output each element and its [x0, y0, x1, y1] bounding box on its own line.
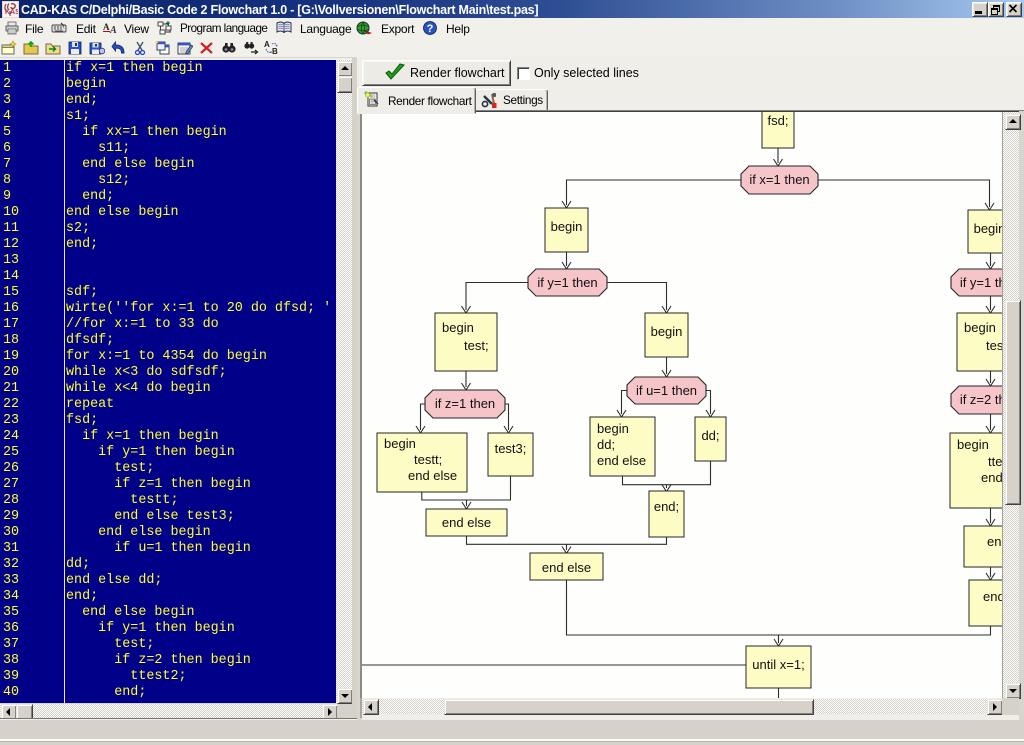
svg-text:A: A: [109, 25, 117, 36]
svg-text:if y=1 then: if y=1 then: [960, 275, 1002, 290]
svg-text:begin: begin: [651, 324, 683, 339]
svg-text:begin: begin: [442, 320, 474, 335]
svg-text:end else: end else: [408, 468, 457, 483]
svg-text:test;: test;: [464, 338, 489, 353]
svg-text:if y=1 then: if y=1 then: [537, 275, 597, 290]
svg-text:if x=1 then: if x=1 then: [749, 172, 809, 187]
svg-text:end: end: [981, 470, 1002, 485]
svg-text:dd;: dd;: [701, 428, 719, 443]
svg-text:if u=1 then: if u=1 then: [636, 383, 697, 398]
svg-text:A: A: [264, 40, 270, 49]
svg-text:if z=2 then: if z=2 then: [960, 392, 1002, 407]
svg-text:B: B: [272, 47, 278, 56]
svg-text:if z=1 then: if z=1 then: [435, 396, 495, 411]
svg-text:A: A: [103, 22, 110, 32]
svg-text:end;: end;: [654, 499, 679, 514]
svg-text:end else: end else: [542, 560, 591, 575]
svg-text:end: end: [987, 534, 1002, 549]
svg-text:test;: test;: [986, 338, 1002, 353]
svg-text:dd;: dd;: [597, 437, 615, 452]
svg-text:until x=1;: until x=1;: [752, 657, 804, 672]
svg-text:end: end: [983, 589, 1002, 604]
svg-text:fsd;: fsd;: [768, 113, 789, 128]
svg-text:ttestt;: ttestt;: [988, 454, 1002, 469]
svg-text:begin: begin: [384, 436, 416, 451]
svg-text:begin: begin: [974, 221, 1002, 236]
svg-text:begin: begin: [957, 437, 989, 452]
svg-text:?: ?: [427, 23, 434, 35]
svg-text:begin: begin: [551, 219, 583, 234]
svg-text:KAS: KAS: [5, 9, 18, 16]
svg-text:begin: begin: [964, 320, 996, 335]
svg-text:begin: begin: [597, 421, 629, 436]
svg-text:end else: end else: [597, 453, 646, 468]
svg-text:end else: end else: [442, 515, 491, 530]
svg-text:testt;: testt;: [414, 452, 442, 467]
svg-text:test3;: test3;: [495, 441, 527, 456]
